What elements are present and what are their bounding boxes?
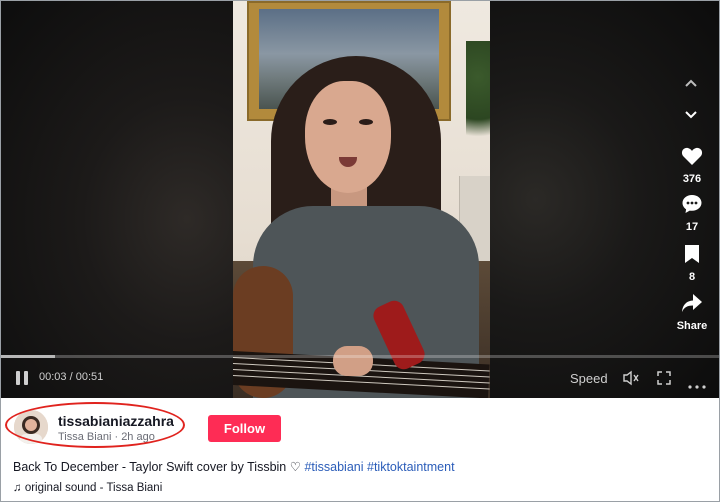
caption-heart: ♡: [289, 460, 301, 474]
hashtag-link[interactable]: #tiktoktaintment: [367, 460, 455, 474]
caption-text: Back To December - Taylor Swift cover by…: [13, 460, 287, 474]
fullscreen-icon[interactable]: [657, 371, 671, 385]
time-separator: /: [69, 371, 73, 383]
singer-face: [305, 81, 391, 193]
like-count: 376: [682, 173, 702, 185]
progress-fill: [1, 355, 55, 358]
highlight-annotation: [5, 402, 185, 448]
sound-link[interactable]: ♫ original sound - Tissa Biani: [13, 482, 162, 494]
duration: 00:51: [75, 371, 104, 383]
sound-label: original sound - Tissa Biani: [24, 482, 163, 494]
comment-icon: [682, 195, 702, 213]
tiktok-post-frame: 00:03 / 00:51 Speed 376 17 8 Share tissa…: [0, 0, 720, 502]
follow-button[interactable]: Follow: [208, 415, 281, 442]
hashtag-link[interactable]: #tissabiani: [304, 460, 363, 474]
save-count: 8: [688, 271, 696, 283]
playback-time: 00:03 / 00:51: [39, 371, 103, 383]
previous-video-button[interactable]: [678, 71, 704, 97]
video-plant: [466, 41, 490, 161]
video-frame[interactable]: [233, 1, 490, 398]
share-label: Share: [676, 320, 708, 332]
video-caption: Back To December - Taylor Swift cover by…: [13, 459, 455, 474]
bookmark-icon: [685, 245, 699, 263]
comment-action[interactable]: 17: [673, 194, 711, 233]
heart-icon: [681, 147, 703, 165]
speed-button[interactable]: Speed: [570, 371, 608, 386]
more-options-icon[interactable]: [688, 376, 706, 389]
pause-icon[interactable]: [16, 371, 28, 385]
video-player[interactable]: 00:03 / 00:51 Speed 376 17 8 Share: [1, 1, 719, 398]
comment-count: 17: [685, 221, 699, 233]
music-note-icon: ♫: [13, 482, 22, 494]
volume-icon[interactable]: [622, 370, 640, 386]
next-video-button[interactable]: [678, 101, 704, 127]
blurred-backdrop-left: [1, 1, 233, 398]
progress-bar[interactable]: [1, 355, 719, 358]
current-time: 00:03: [39, 371, 67, 383]
like-action[interactable]: 376: [673, 146, 711, 185]
share-action[interactable]: Share: [673, 293, 711, 332]
share-icon: [682, 294, 702, 312]
save-action[interactable]: 8: [673, 244, 711, 283]
singer-hand: [333, 346, 373, 376]
